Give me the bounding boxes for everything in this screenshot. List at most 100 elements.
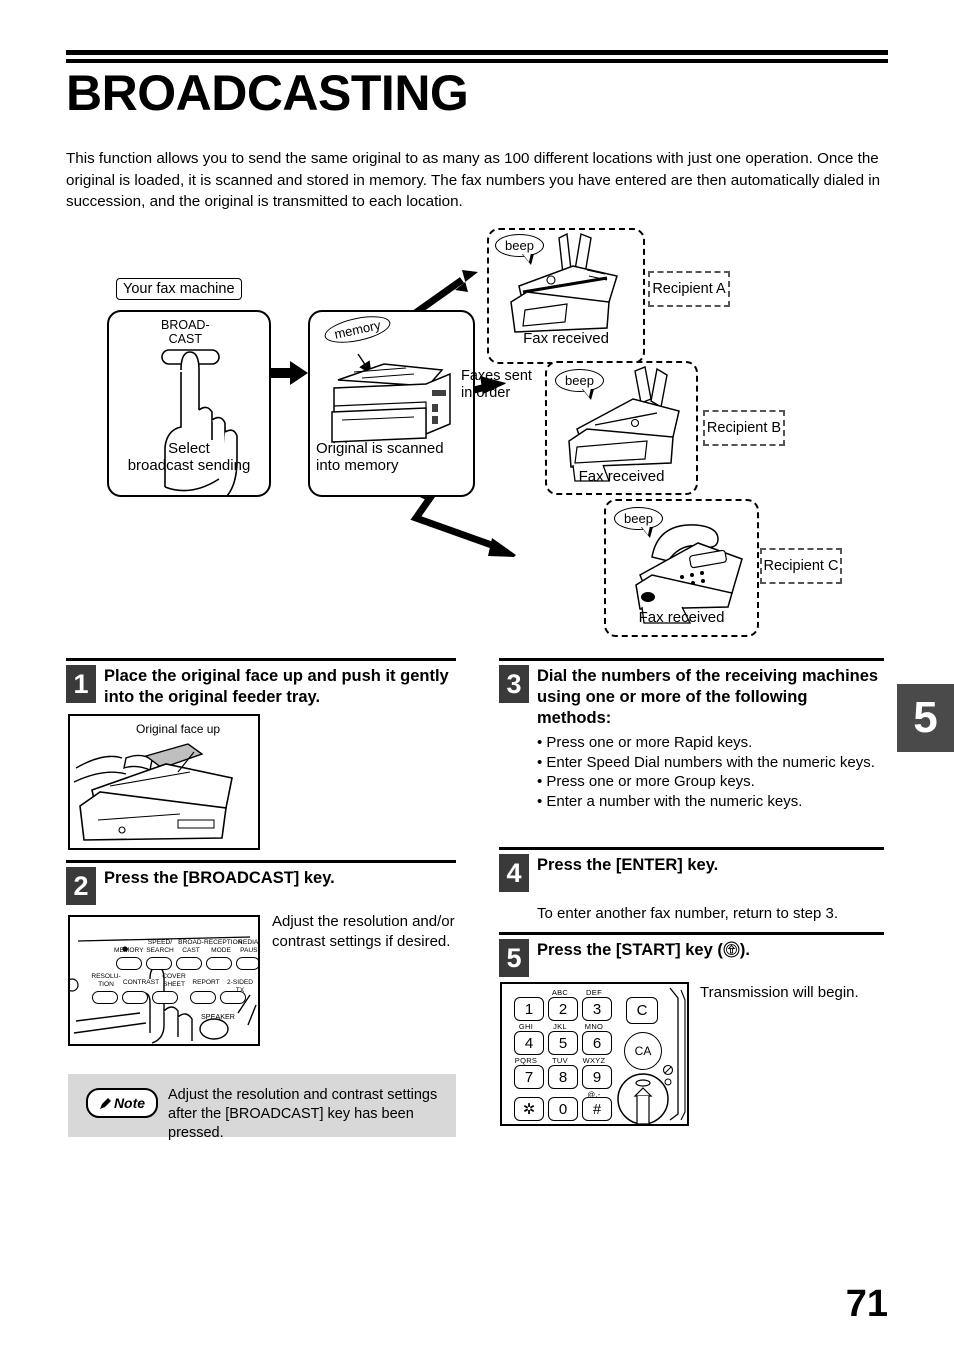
chapter-tab: 5	[897, 684, 954, 752]
cp-label-resolution: RESOLU- TION	[91, 973, 121, 988]
step-5: 5 Press the [START] key ().	[499, 932, 884, 977]
kp-key-3[interactable]: 3	[582, 997, 612, 1021]
faxes-sent-in-order-label: Faxes sent in order	[461, 368, 532, 401]
kp-letters-7: PQRS	[514, 1056, 538, 1065]
cp-key-cover-sheet[interactable]	[152, 991, 178, 1004]
beep-bubble: beep	[614, 507, 663, 538]
header-rules	[66, 50, 888, 63]
list-item: Press one or more Group keys.	[537, 772, 884, 792]
step-5-title: Press the [START] key ().	[537, 939, 750, 961]
recipient-c-tag: Recipient C	[760, 548, 842, 584]
original-face-up-label: Original face up	[136, 722, 221, 736]
panel-select-broadcast: BROAD- CAST Select broadcast sending	[107, 310, 271, 497]
cp-key-report[interactable]	[190, 991, 216, 1004]
step-1-number: 1	[66, 665, 96, 703]
list-item: Enter a number with the numeric keys.	[537, 792, 884, 812]
recipient-b-tag: Recipient B	[703, 410, 785, 446]
kp-key-1[interactable]: 1	[514, 997, 544, 1021]
list-item: Press one or more Rapid keys.	[537, 733, 884, 753]
beep-bubble: beep	[495, 234, 544, 265]
panel-scan-to-memory: memory Original is scanned into memory	[308, 310, 475, 497]
cp-label-broadcast: BROAD- CAST	[178, 939, 204, 954]
step-divider	[499, 658, 884, 661]
cp-label-reception-mode: RECEPTION MODE	[204, 939, 243, 954]
kp-key-2[interactable]: 2	[548, 997, 578, 1021]
step-5-number: 5	[499, 939, 529, 977]
recipient-a-tag: Recipient A	[648, 271, 730, 307]
step-5-title-before: Press the [START] key (	[537, 941, 723, 959]
cp-key-reception-mode[interactable]	[206, 957, 232, 970]
cp-label-speed-search: SPEED/ SEARCH	[146, 939, 174, 954]
fax-received-caption: Fax received	[523, 330, 609, 347]
step-5-body: Transmission will begin.	[700, 984, 859, 1001]
step-4-number: 4	[499, 854, 529, 892]
kp-letters-5: JKL	[553, 1022, 567, 1031]
note-badge: Note	[86, 1088, 158, 1118]
kp-key-5[interactable]: 5	[548, 1031, 578, 1055]
kp-key-6[interactable]: 6	[582, 1031, 612, 1055]
kp-key-0[interactable]: 0	[548, 1097, 578, 1121]
kp-letters-6: MNO	[584, 1022, 604, 1031]
step-2-number: 2	[66, 867, 96, 905]
cp-key-2-sided-tx[interactable]	[220, 991, 246, 1004]
start-key-icon	[723, 941, 740, 958]
step-1-title: Place the original face up and push it g…	[104, 667, 449, 706]
step-2-title: Press the [BROADCAST] key.	[104, 869, 335, 887]
kp-key-7[interactable]: 7	[514, 1065, 544, 1089]
kp-letters-9: WXYZ	[582, 1056, 606, 1065]
kp-letters-8: TUV	[552, 1056, 568, 1065]
step-divider	[66, 860, 456, 863]
step-1-illustration: Original face up	[68, 714, 260, 850]
beep-bubble: beep	[555, 369, 604, 400]
note-badge-label: Note	[113, 1095, 146, 1111]
cp-label-report: REPORT	[192, 979, 220, 986]
step-divider	[499, 932, 884, 935]
cp-key-speed-search[interactable]	[146, 957, 172, 970]
cp-label-contrast: CONTRAST	[122, 979, 160, 986]
step-5-keypad-illustration: ABC DEF 1 2 3 C GHI JKL MNO 4 5 6 CA PQR…	[500, 982, 689, 1126]
kp-letters-3: DEF	[586, 988, 602, 997]
kp-key-4[interactable]: 4	[514, 1031, 544, 1055]
step-2-body: Adjust the resolution and/or contrast se…	[272, 913, 455, 950]
broadcasting-diagram: Your fax machine BROAD- CAST Select broa…	[0, 218, 954, 648]
scanned-into-memory-caption: Original is scanned into memory	[316, 440, 444, 474]
cp-label-speaker: SPEAKER	[201, 1012, 235, 1021]
note-text: Adjust the resolution and contrast setti…	[168, 1087, 438, 1141]
recipient-c-machine-box: beep Fax received	[604, 499, 759, 637]
page-title: BROADCASTING	[66, 65, 469, 121]
step-3-number: 3	[499, 665, 529, 703]
your-fax-machine-tag: Your fax machine	[116, 278, 242, 300]
step-1: 1 Place the original face up and push it…	[66, 658, 456, 708]
cp-key-broadcast[interactable]	[176, 957, 202, 970]
cp-key-contrast[interactable]	[122, 991, 148, 1004]
cp-label-redial-pause: REDIAL/ PAUSE	[238, 939, 260, 954]
note-box: Note Adjust the resolution and contrast …	[68, 1074, 456, 1141]
recipient-a-machine-box: beep Fax received	[487, 228, 645, 364]
kp-letters-2: ABC	[551, 988, 569, 997]
step-4-title: Press the [ENTER] key.	[537, 856, 719, 874]
kp-key-clear[interactable]: C	[626, 997, 658, 1024]
list-item: Enter Speed Dial numbers with the numeri…	[537, 753, 884, 773]
kp-key-hash[interactable]: #	[582, 1097, 612, 1121]
step-2-control-panel-illustration: MEMORY SPEED/ SEARCH BROAD- CAST RECEPTI…	[68, 915, 260, 1046]
cp-key-redial-pause[interactable]	[236, 957, 258, 970]
cp-key-memory[interactable]	[116, 957, 142, 970]
step-divider	[66, 658, 456, 661]
cp-label-cover-sheet: COVER SHEET	[162, 973, 186, 988]
cp-label-memory: MEMORY	[114, 947, 144, 954]
step-3: 3 Dial the numbers of the receiving mach…	[499, 658, 884, 811]
kp-key-clear-all[interactable]: CA	[624, 1032, 662, 1070]
fax-received-caption: Fax received	[638, 609, 725, 626]
select-broadcast-caption: Select broadcast sending	[127, 440, 251, 474]
pencil-icon	[99, 1097, 111, 1109]
kp-key-8[interactable]: 8	[548, 1065, 578, 1089]
kp-key-star[interactable]: ✲	[514, 1097, 544, 1121]
step-4-body: To enter another fax number, return to s…	[537, 905, 839, 922]
step-4: 4 Press the [ENTER] key. To enter anothe…	[499, 847, 884, 924]
step-2: 2 Press the [BROADCAST] key.	[66, 860, 456, 905]
kp-letters-4: GHI	[518, 1022, 534, 1031]
page-number: 71	[845, 1283, 888, 1325]
cp-key-resolution[interactable]	[92, 991, 118, 1004]
kp-key-9[interactable]: 9	[582, 1065, 612, 1089]
intro-paragraph: This function allows you to send the sam…	[66, 150, 881, 210]
